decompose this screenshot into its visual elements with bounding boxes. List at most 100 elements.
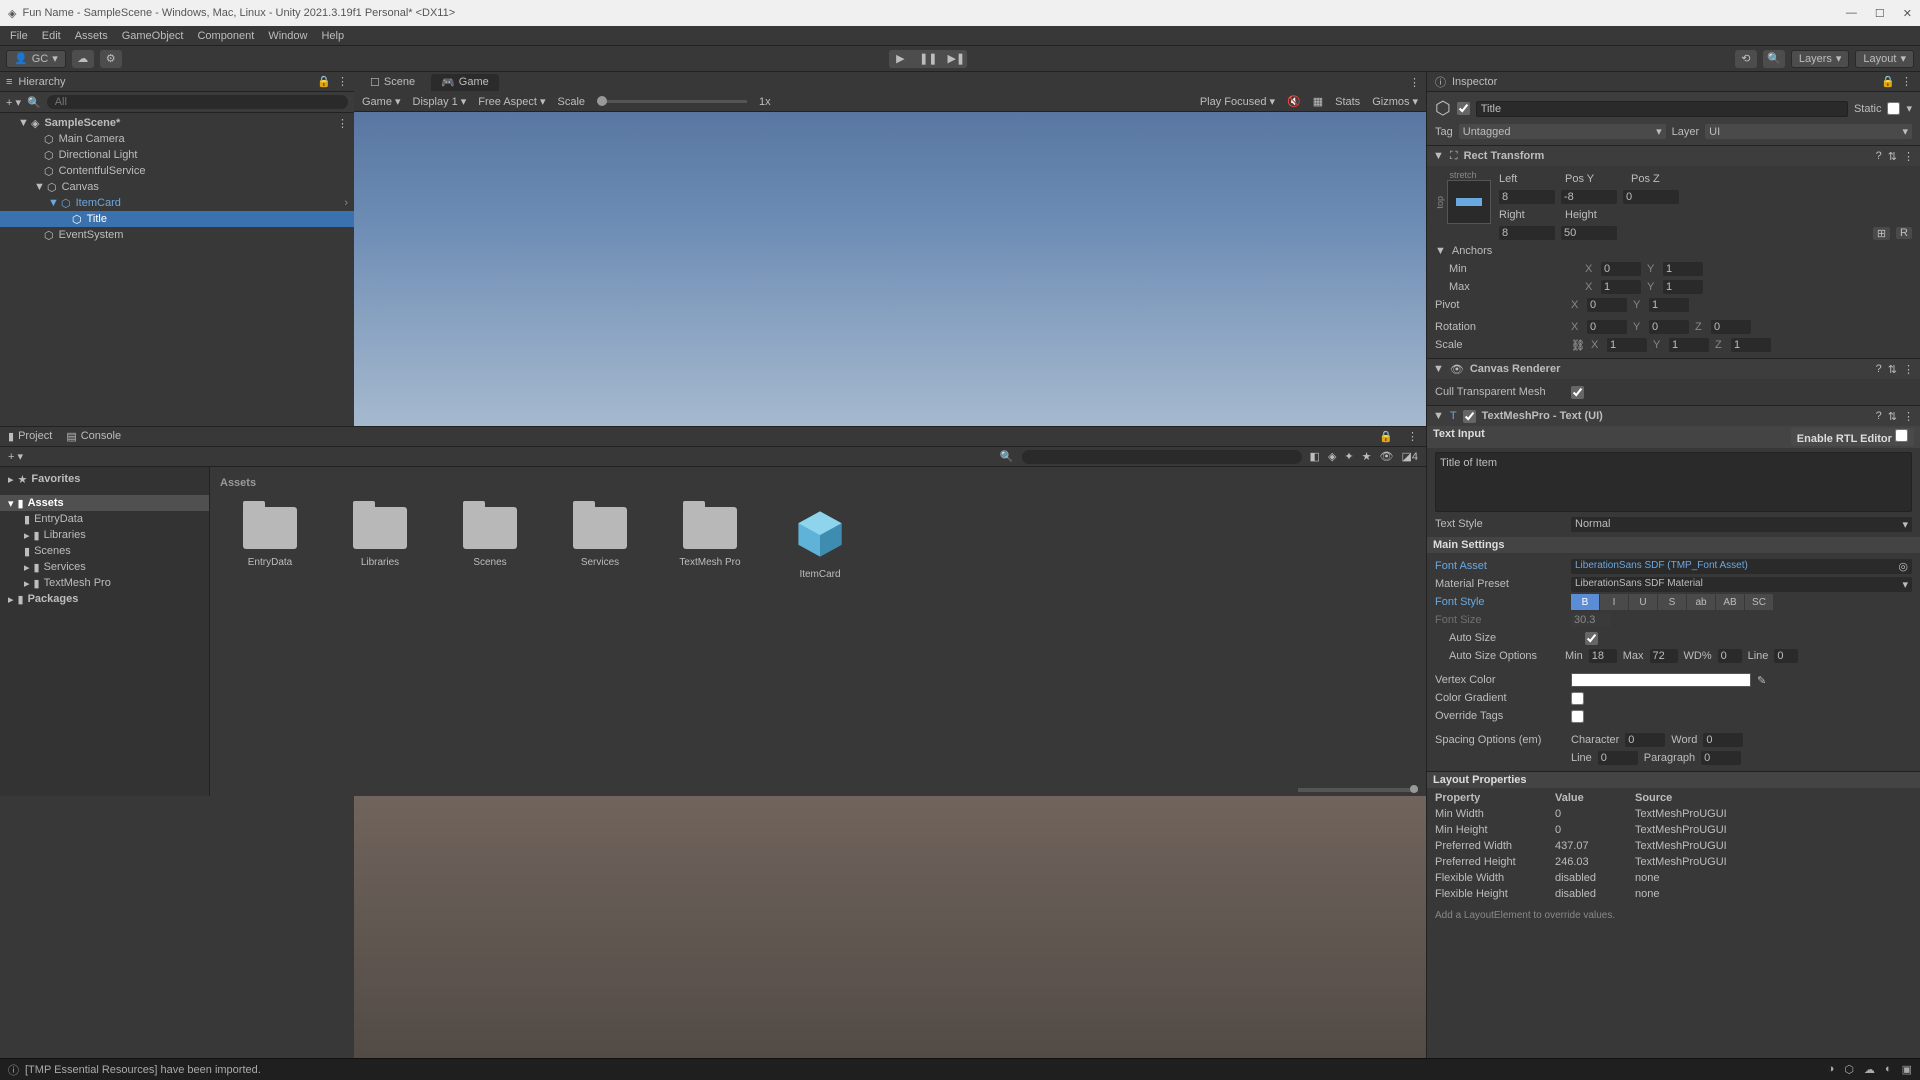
fontstyle-u[interactable]: U — [1629, 594, 1657, 610]
game-tab[interactable]: 🎮Game — [431, 74, 499, 91]
node-itemcard[interactable]: ▼⬡ItemCard› — [0, 195, 354, 211]
rtl-button[interactable]: Enable RTL Editor — [1791, 428, 1914, 446]
pivot-x-input[interactable] — [1587, 298, 1627, 312]
text-input-area[interactable]: Title of Item — [1435, 452, 1912, 512]
search-button[interactable]: 🔍 — [1763, 50, 1785, 68]
stats-icon[interactable]: ▦ — [1313, 95, 1323, 108]
panel-menu-icon[interactable]: ⋮ — [337, 75, 348, 88]
panel-lock-icon[interactable]: 🔒 — [1379, 430, 1393, 443]
node-title[interactable]: ⬡Title — [0, 211, 354, 227]
status-icon[interactable]: ◑ — [1828, 1063, 1835, 1076]
grid-size-slider[interactable] — [1298, 788, 1418, 792]
asset-folder[interactable]: EntryData — [230, 507, 310, 580]
cloud-button[interactable]: ☁ — [72, 50, 94, 68]
undo-history-button[interactable]: ⟲ — [1735, 50, 1757, 68]
play-button[interactable]: ▶ — [889, 50, 911, 68]
libraries-folder[interactable]: ▸▮Libraries — [0, 527, 209, 543]
asset-folder[interactable]: Services — [560, 507, 640, 580]
right-input[interactable] — [1499, 226, 1555, 240]
aspect-dropdown[interactable]: Free Aspect▾ — [478, 95, 545, 108]
asset-folder[interactable]: Scenes — [450, 507, 530, 580]
line-input[interactable] — [1774, 649, 1798, 663]
height-input[interactable] — [1561, 226, 1617, 240]
scale-y-input[interactable] — [1669, 338, 1709, 352]
scene-node[interactable]: ▼◈SampleScene*⋮ — [0, 115, 354, 131]
project-search-input[interactable] — [1022, 450, 1302, 464]
help-icon[interactable]: ? — [1876, 363, 1882, 376]
word-input[interactable] — [1703, 733, 1743, 747]
filter-icon[interactable]: ◈ — [1328, 450, 1336, 463]
gameobject-name-input[interactable] — [1476, 101, 1848, 117]
tmp-header[interactable]: ▼ T TextMeshPro - Text (UI) ?⇅⋮ — [1427, 406, 1920, 426]
wd-input[interactable] — [1718, 649, 1742, 663]
panel-menu-icon[interactable]: ⋮ — [1407, 430, 1418, 443]
rot-z-input[interactable] — [1711, 320, 1751, 334]
display-dropdown[interactable]: Display 1▾ — [413, 95, 467, 108]
account-button[interactable]: 👤GC▾ — [6, 50, 66, 68]
component-menu-icon[interactable]: ⋮ — [1903, 410, 1914, 423]
posz-input[interactable] — [1623, 190, 1679, 204]
component-menu-icon[interactable]: ⋮ — [1903, 363, 1914, 376]
asset-folder[interactable]: Libraries — [340, 507, 420, 580]
create-button[interactable]: + ▾ — [8, 450, 23, 463]
anchor-preset-button[interactable] — [1447, 180, 1491, 224]
preset-icon[interactable]: ⇅ — [1888, 410, 1897, 423]
scale-x-input[interactable] — [1607, 338, 1647, 352]
color-picker-icon[interactable]: ✎ — [1757, 674, 1766, 687]
asset-prefab[interactable]: ItemCard — [780, 507, 860, 580]
fontstyle-sc[interactable]: SC — [1745, 594, 1773, 610]
max-input[interactable] — [1650, 649, 1678, 663]
step-button[interactable]: ▶❚ — [945, 50, 967, 68]
node-canvas[interactable]: ▼⬡Canvas — [0, 179, 354, 195]
services-button[interactable]: ⚙ — [100, 50, 122, 68]
scene-menu-icon[interactable]: ⋮ — [337, 117, 348, 130]
scale-slider[interactable] — [597, 100, 747, 103]
tag-dropdown[interactable]: Untagged▾ — [1459, 124, 1666, 139]
panel-menu-icon[interactable]: ⋮ — [1409, 76, 1420, 89]
status-icon[interactable]: ⬡ — [1844, 1063, 1854, 1076]
matpreset-dropdown[interactable]: LiberationSans SDF Material▾ — [1571, 577, 1912, 592]
panel-lock-icon[interactable]: 🔒 — [317, 75, 331, 88]
char-input[interactable] — [1625, 733, 1665, 747]
cull-checkbox[interactable] — [1571, 386, 1584, 399]
project-tab[interactable]: ▮Project — [8, 430, 52, 443]
preset-icon[interactable]: ⇅ — [1888, 363, 1897, 376]
menu-help[interactable]: Help — [321, 30, 344, 42]
console-tab[interactable]: ▤Console — [66, 430, 121, 443]
foldout-icon[interactable]: ▼ — [1435, 245, 1446, 257]
posy-input[interactable] — [1561, 190, 1617, 204]
panel-menu-icon[interactable]: ⋮ — [1901, 75, 1912, 88]
fontstyle-AB[interactable]: AB — [1716, 594, 1744, 610]
layer-dropdown[interactable]: UI▾ — [1705, 124, 1912, 139]
mute-icon[interactable]: 🔇 — [1287, 95, 1301, 108]
layout-dropdown[interactable]: Layout▾ — [1855, 50, 1914, 68]
menu-file[interactable]: File — [10, 30, 28, 42]
link-icon[interactable]: ⛓ — [1571, 339, 1585, 352]
menu-assets[interactable]: Assets — [75, 30, 108, 42]
min-x-input[interactable] — [1601, 262, 1641, 276]
scene-tab[interactable]: ☐Scene — [360, 74, 425, 91]
assets-folder[interactable]: ▾▮Assets — [0, 495, 209, 511]
chevron-down-icon[interactable]: ▾ — [1906, 102, 1912, 115]
packages-folder[interactable]: ▸▮Packages — [0, 591, 209, 607]
min-y-input[interactable] — [1663, 262, 1703, 276]
fontstyle-s[interactable]: S — [1658, 594, 1686, 610]
panel-lock-icon[interactable]: 🔒 — [1881, 75, 1895, 88]
entrydata-folder[interactable]: ▮EntryData — [0, 511, 209, 527]
otags-checkbox[interactable] — [1571, 710, 1584, 723]
inspector-tab[interactable]: Inspector — [1452, 76, 1497, 88]
autosize-checkbox[interactable] — [1585, 632, 1598, 645]
hierarchy-search-input[interactable] — [47, 95, 348, 109]
preset-icon[interactable]: ⇅ — [1888, 150, 1897, 163]
menu-edit[interactable]: Edit — [42, 30, 61, 42]
node-eventsystem[interactable]: ⬡EventSystem — [0, 227, 354, 243]
layers-dropdown[interactable]: Layers▾ — [1791, 50, 1850, 68]
rect-transform-header[interactable]: ▼ ⛶ Rect Transform ?⇅⋮ — [1427, 146, 1920, 166]
para-input[interactable] — [1701, 751, 1741, 765]
status-icon[interactable]: ◐ — [1885, 1063, 1892, 1076]
textstyle-dropdown[interactable]: Normal▾ — [1571, 517, 1912, 532]
rot-x-input[interactable] — [1587, 320, 1627, 334]
rot-y-input[interactable] — [1649, 320, 1689, 334]
help-icon[interactable]: ? — [1876, 150, 1882, 163]
active-checkbox[interactable] — [1457, 102, 1470, 115]
